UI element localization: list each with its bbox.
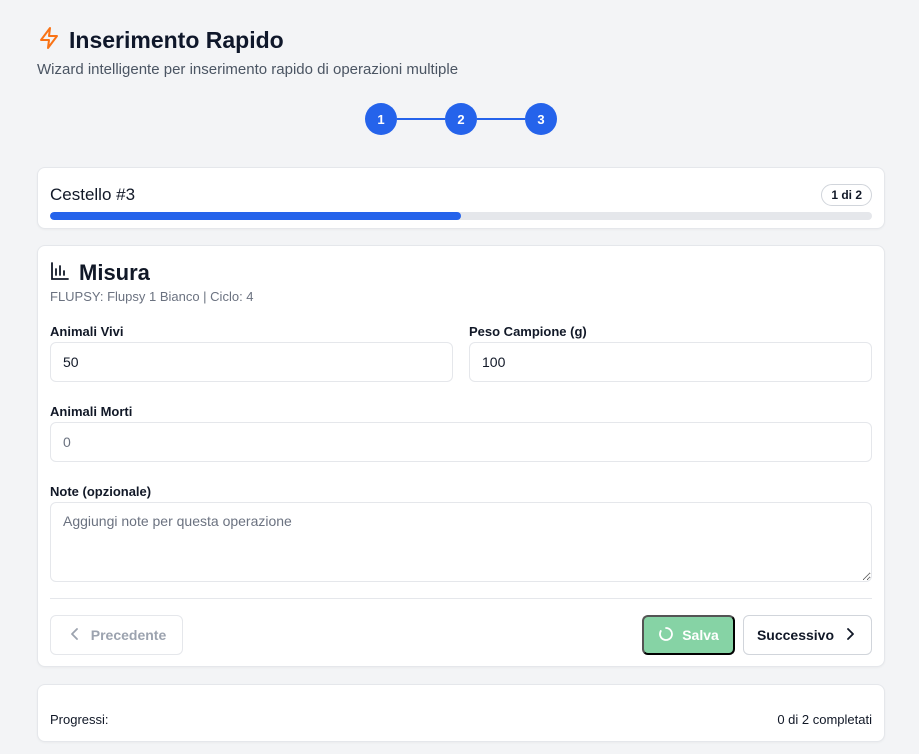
loading-spinner-icon (658, 626, 674, 645)
step-3[interactable]: 3 (525, 103, 557, 135)
note-textarea[interactable] (50, 502, 872, 582)
chevron-right-icon (842, 626, 858, 645)
wizard-stepper: 1 2 3 (365, 103, 557, 135)
progress-value: 0 di 2 completati (777, 712, 872, 727)
basket-progress-fill (50, 212, 461, 220)
basket-progress-bar (50, 212, 872, 220)
animali-morti-label: Animali Morti (50, 404, 133, 419)
operation-title: Misura (79, 260, 150, 285)
step-connector (477, 118, 525, 120)
previous-button-label: Precedente (90, 627, 167, 643)
page-header: Inserimento Rapido Wizard intelligente p… (37, 26, 458, 78)
peso-campione-label: Peso Campione (g) (469, 324, 587, 339)
note-label: Note (opzionale) (50, 484, 152, 499)
basket-count-badge: 1 di 2 (821, 184, 872, 206)
overall-progress-card: Progressi: 0 di 2 completati (37, 684, 885, 742)
lightning-icon (37, 26, 61, 55)
operation-form-card: Misura FLUPSY: Flupsy 1 Bianco | Ciclo: … (37, 245, 885, 667)
step-1[interactable]: 1 (365, 103, 397, 135)
next-button[interactable]: Successivo (743, 615, 872, 655)
step-2[interactable]: 2 (445, 103, 477, 135)
basket-name: Cestello #3 (50, 185, 136, 204)
next-button-label: Successivo (756, 627, 835, 643)
title-row: Inserimento Rapido (37, 26, 458, 55)
page-title: Inserimento Rapido (69, 27, 284, 53)
page-subtitle: Wizard intelligente per inserimento rapi… (37, 61, 459, 78)
progress-label: Progressi: (50, 712, 109, 727)
flupsy-cycle-info: FLUPSY: Flupsy 1 Bianco | Ciclo: 4 (50, 289, 254, 304)
step-connector (397, 118, 445, 120)
animali-vivi-input[interactable] (50, 342, 453, 382)
bar-chart-icon (50, 261, 70, 286)
previous-button[interactable]: Precedente (50, 615, 183, 655)
animali-morti-input[interactable] (50, 422, 872, 462)
save-button-label: Salva (682, 627, 719, 643)
chevron-left-icon (67, 626, 83, 645)
peso-campione-input[interactable] (469, 342, 872, 382)
animali-vivi-label: Animali Vivi (50, 324, 124, 339)
basket-card: Cestello #3 1 di 2 (37, 167, 885, 229)
form-title-row: Misura (50, 260, 150, 286)
form-divider (50, 598, 872, 599)
save-button[interactable]: Salva (642, 615, 735, 655)
